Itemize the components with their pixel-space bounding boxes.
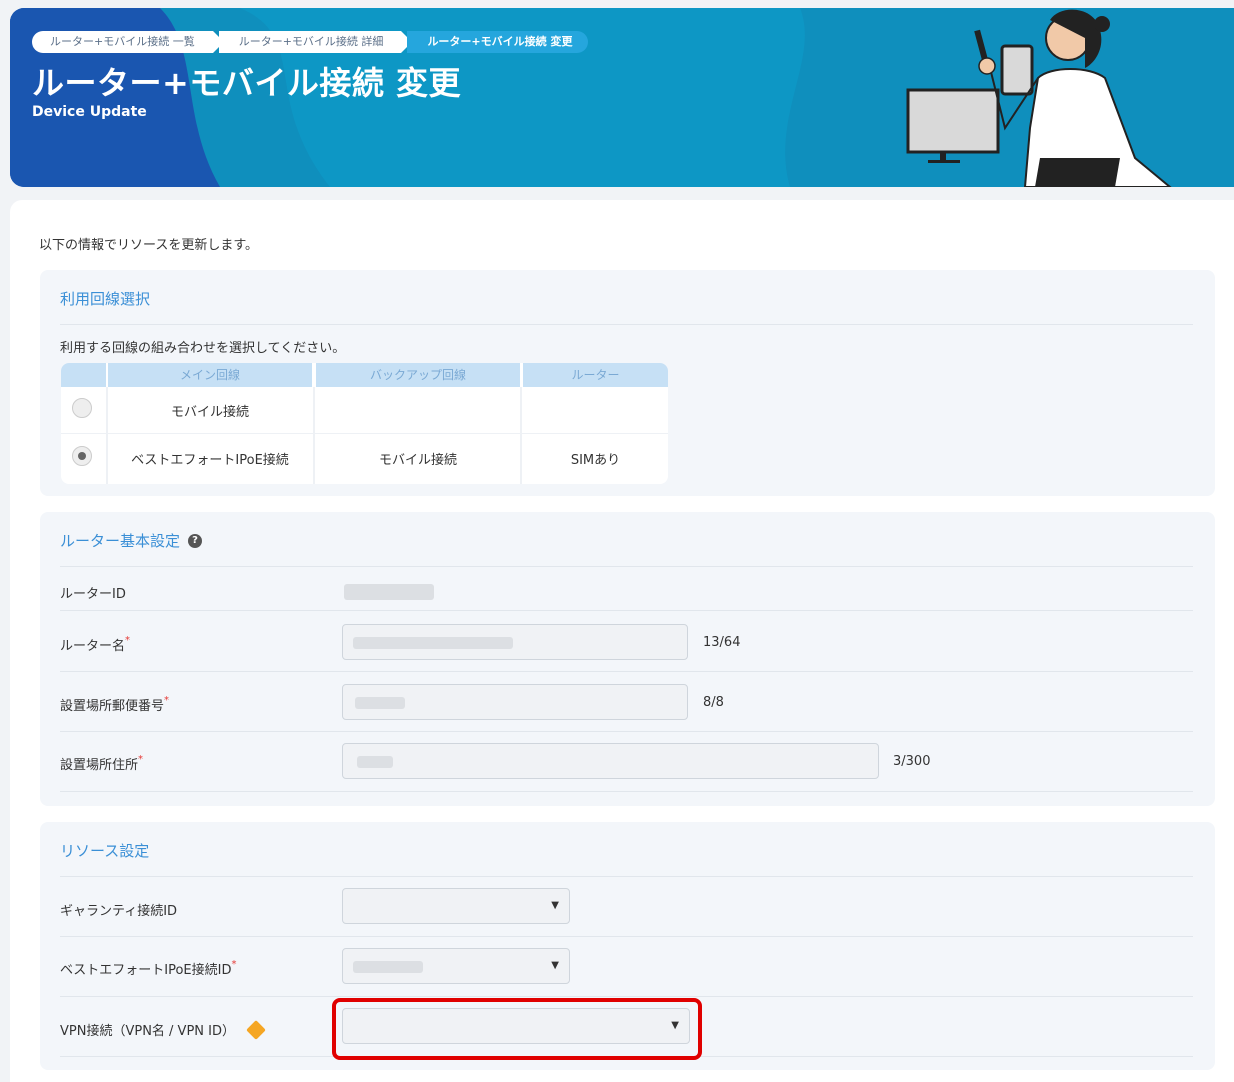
- col-divider: [520, 387, 522, 484]
- guaranty-select[interactable]: ▼: [342, 888, 570, 924]
- page-subtitle: Device Update: [32, 104, 147, 120]
- table-header-backup: バックアップ回線: [316, 363, 520, 387]
- help-icon[interactable]: ?: [188, 533, 203, 548]
- highlight-box: [332, 998, 702, 1060]
- router-settings-title: ルーター基本設定 ?: [60, 530, 203, 551]
- router-name-count: 13/64: [703, 635, 741, 650]
- divider: [60, 610, 1193, 611]
- header-banner: ルーター+モバイル接続 一覧 ルーター+モバイル接続 詳細 ルーター+モバイル接…: [10, 8, 1234, 187]
- vpn-label: VPN接続（VPN名 / VPN ID）: [60, 1019, 266, 1040]
- address-label: 設置場所住所*: [60, 754, 143, 773]
- divider: [60, 936, 1193, 937]
- row2-router: SIMあり: [570, 453, 621, 468]
- chevron-down-icon: ▼: [551, 900, 559, 911]
- router-id-value: [344, 584, 434, 600]
- row1-main: モバイル接続: [170, 405, 249, 420]
- required-mark: *: [231, 959, 237, 970]
- breadcrumb-detail[interactable]: ルーター+モバイル接続 詳細: [218, 31, 413, 53]
- besteffort-label-text: ベストエフォートIPoE接続ID: [60, 963, 232, 978]
- address-input[interactable]: [342, 743, 879, 779]
- postal-count: 8/8: [703, 695, 724, 710]
- resource-settings-title: リソース設定: [60, 842, 150, 860]
- row-divider: [61, 433, 668, 434]
- line-option-radio-2[interactable]: [72, 446, 92, 466]
- required-mark: *: [125, 635, 131, 646]
- router-name-input[interactable]: [342, 624, 688, 660]
- required-mark: *: [138, 754, 144, 765]
- line-select-instruction: 利用する回線の組み合わせを選択してください。: [60, 341, 346, 356]
- router-name-label: ルーター名*: [60, 635, 130, 654]
- breadcrumb-current: ルーター+モバイル接続 変更: [407, 31, 589, 53]
- divider: [60, 324, 1193, 325]
- router-id-label: ルーターID: [60, 587, 126, 602]
- address-value: [357, 756, 393, 768]
- router-name-value: [353, 637, 513, 649]
- besteffort-select[interactable]: ▼: [342, 948, 570, 984]
- breadcrumb: ルーター+モバイル接続 一覧 ルーター+モバイル接続 詳細 ルーター+モバイル接…: [32, 30, 594, 54]
- vpn-label-text: VPN接続（VPN名 / VPN ID）: [60, 1024, 235, 1039]
- row2-main: ベストエフォートIPoE接続: [131, 453, 289, 468]
- divider: [60, 566, 1193, 567]
- row2-backup: モバイル接続: [378, 453, 457, 468]
- divider: [60, 996, 1193, 997]
- besteffort-value: [353, 961, 423, 973]
- divider: [60, 731, 1193, 732]
- breadcrumb-list[interactable]: ルーター+モバイル接続 一覧: [32, 31, 224, 53]
- line-combination-table: メイン回線 バックアップ回線 ルーター モバイル接続 ベストエフォートIPoE接…: [61, 363, 668, 484]
- table-header-router: ルーター: [523, 363, 668, 387]
- besteffort-label: ベストエフォートIPoE接続ID*: [60, 959, 236, 978]
- postal-label-text: 設置場所郵便番号: [60, 699, 165, 714]
- line-select-panel: 利用回線選択 利用する回線の組み合わせを選択してください。 メイン回線 バックア…: [40, 270, 1215, 496]
- address-label-text: 設置場所住所: [60, 758, 139, 773]
- router-settings-panel: ルーター基本設定 ? ルーターID ルーター名* 13/64 設置場所郵便番号*…: [40, 512, 1215, 806]
- warning-icon[interactable]: [246, 1019, 266, 1040]
- line-option-radio-1[interactable]: [72, 398, 92, 418]
- col-divider: [313, 387, 315, 484]
- address-count: 3/300: [893, 754, 931, 769]
- main-content: 以下の情報でリソースを更新します。 利用回線選択 利用する回線の組み合わせを選択…: [10, 200, 1234, 1082]
- divider: [60, 671, 1193, 672]
- divider: [60, 791, 1193, 792]
- router-settings-title-text: ルーター基本設定: [60, 532, 181, 550]
- required-mark: *: [164, 695, 170, 706]
- table-header-radio: [61, 363, 106, 387]
- postal-input[interactable]: [342, 684, 688, 720]
- chevron-down-icon: ▼: [551, 960, 559, 971]
- table-header-main: メイン回線: [108, 363, 312, 387]
- divider: [60, 876, 1193, 877]
- guaranty-label: ギャランティ接続ID: [60, 904, 178, 919]
- page-title: ルーター+モバイル接続 変更: [32, 64, 461, 102]
- line-select-title: 利用回線選択: [60, 290, 151, 308]
- intro-text: 以下の情報でリソースを更新します。: [39, 238, 259, 253]
- postal-label: 設置場所郵便番号*: [60, 695, 169, 714]
- router-name-label-text: ルーター名: [60, 639, 126, 654]
- postal-value: [355, 697, 405, 709]
